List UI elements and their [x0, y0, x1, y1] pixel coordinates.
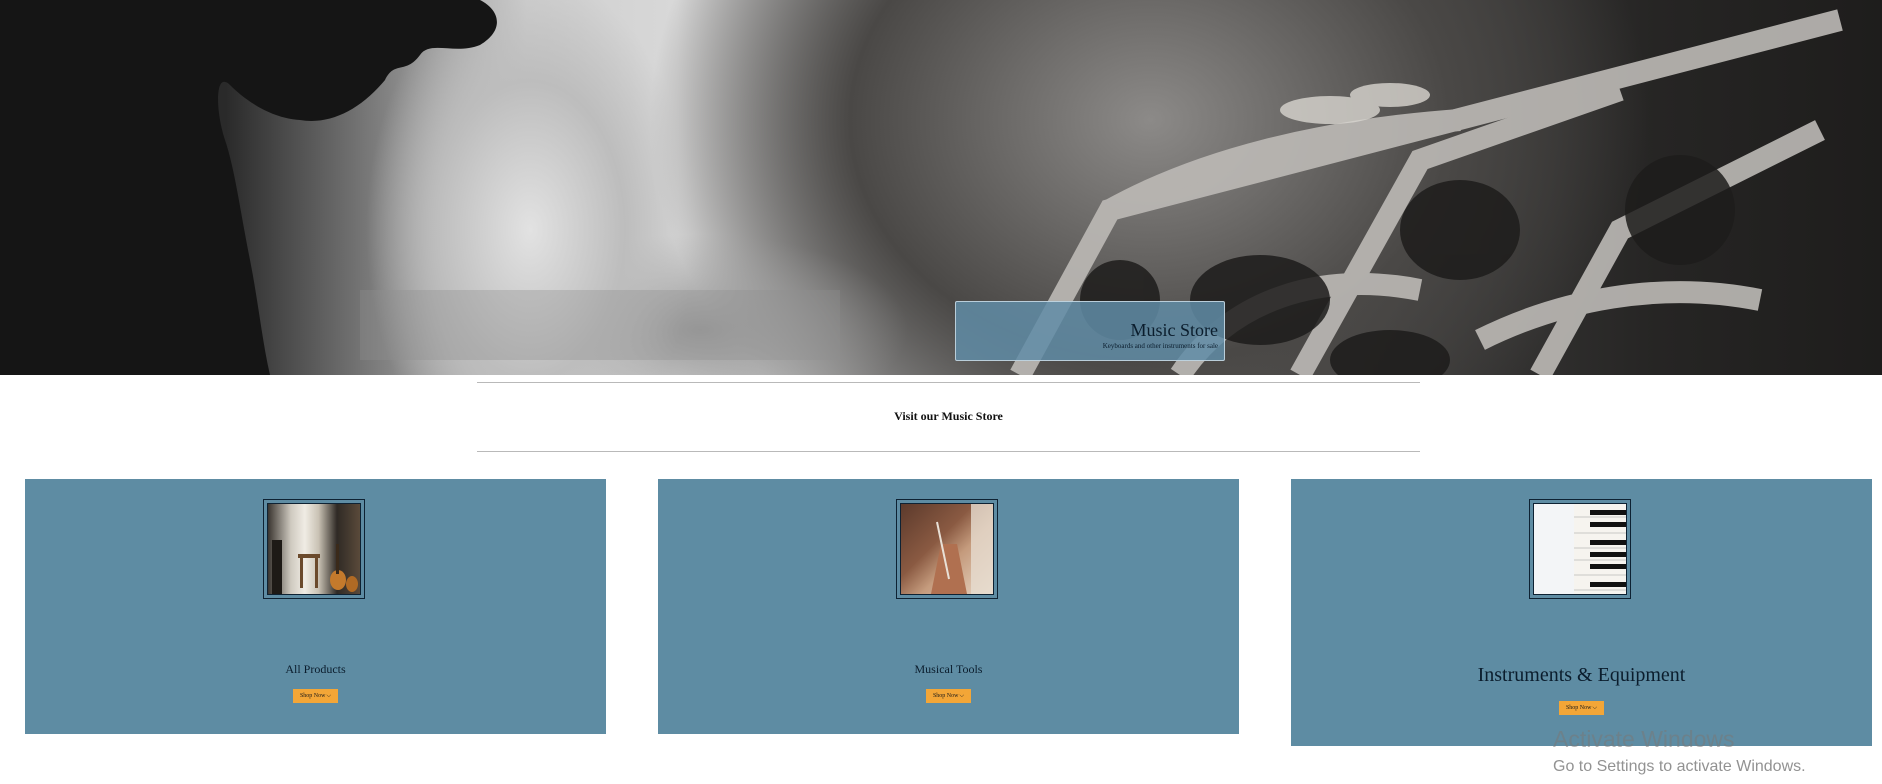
category-thumbnail[interactable] [1529, 499, 1631, 599]
category-thumbnail[interactable] [896, 499, 998, 599]
watermark-subtitle: Go to Settings to activate Windows. [1553, 758, 1806, 775]
hero-caption-box: Music Store Keyboards and other instrume… [955, 301, 1225, 361]
chevron-down-icon: ⌵ [1592, 705, 1598, 711]
hero-title: Music Store [1130, 320, 1219, 340]
piano-keys-image [1533, 503, 1627, 595]
shop-now-button[interactable]: Shop Now⌵ [293, 689, 338, 703]
shop-now-button[interactable]: Shop Now⌵ [926, 689, 971, 703]
shop-now-label: Shop Now [1565, 705, 1592, 711]
shop-now-button[interactable]: Shop Now⌵ [1559, 701, 1604, 715]
category-card-instruments-equipment: Instruments & Equipment Shop Now⌵ [1291, 479, 1872, 746]
divider-top [477, 382, 1420, 383]
hero-banner: Music Store Keyboards and other instrume… [0, 0, 1882, 375]
divider-bottom [477, 451, 1420, 452]
guitar-room-image [267, 503, 361, 595]
card-title: All Products [285, 662, 346, 676]
card-title: Musical Tools [914, 662, 983, 676]
category-thumbnail[interactable] [263, 499, 365, 599]
card-title: Instruments & Equipment [1477, 664, 1686, 686]
hero-subtitle: Keyboards and other instruments for sale [1102, 342, 1218, 350]
activate-windows-watermark: Activate Windows Go to Settings to activ… [1553, 726, 1806, 777]
chevron-down-icon: ⌵ [959, 693, 965, 699]
hero-image [0, 0, 1843, 375]
category-card-musical-tools: Musical Tools Shop Now⌵ [658, 479, 1239, 734]
chevron-down-icon: ⌵ [326, 693, 332, 699]
shop-now-label: Shop Now [932, 693, 959, 699]
section-heading: Visit our Music Store [894, 409, 1003, 423]
shop-now-label: Shop Now [299, 693, 326, 699]
metronome-image [900, 503, 994, 595]
category-card-all-products: All Products Shop Now⌵ [25, 479, 606, 734]
watermark-title: Activate Windows [1553, 726, 1735, 752]
